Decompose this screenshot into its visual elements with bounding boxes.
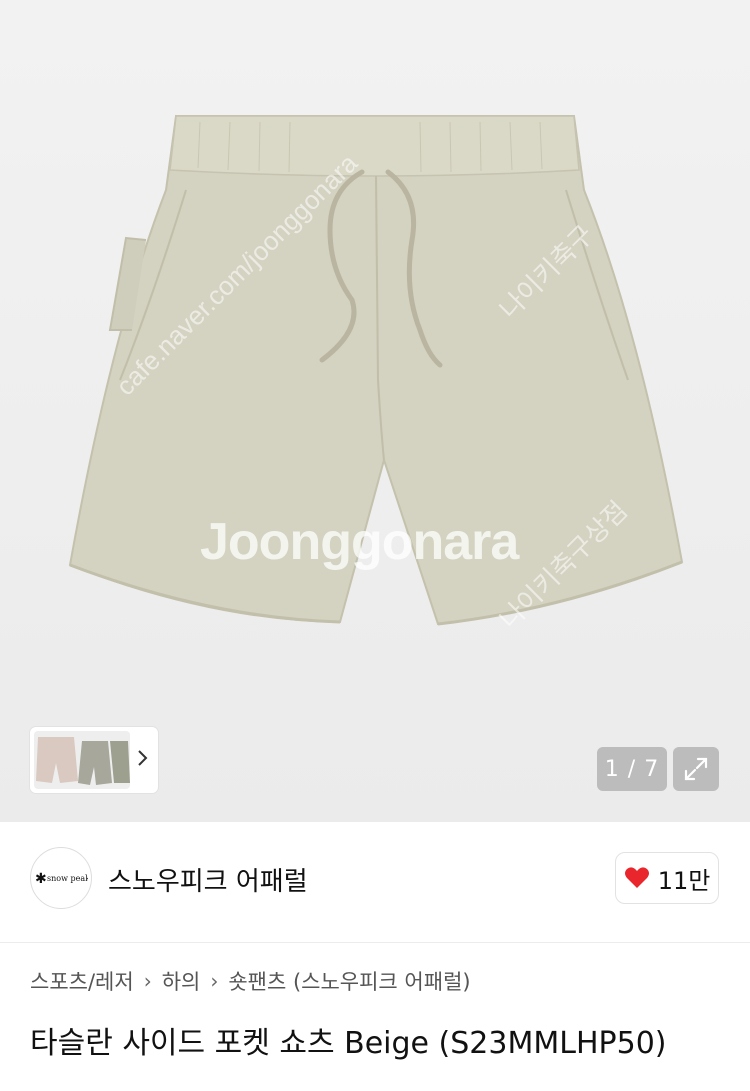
product-image-viewer[interactable]: Joonggonara cafe.naver.com/joonggonara 나… — [0, 0, 750, 822]
expand-icon — [684, 757, 708, 781]
thumbnail-image[interactable] — [34, 731, 130, 789]
store-section: ✱ snow peak 스노우피크 어패럴 11만 — [0, 822, 750, 942]
breadcrumb-item[interactable]: 하의 — [162, 966, 201, 996]
thumbnail-strip[interactable] — [30, 727, 158, 793]
product-photo — [68, 115, 684, 626]
chevron-right-icon: › — [210, 969, 219, 993]
product-title: 타슬란 사이드 포켓 쇼츠 Beige (S23MMLHP50) — [30, 1026, 667, 1061]
heart-icon — [624, 867, 649, 888]
svg-text:snow peak: snow peak — [47, 874, 88, 883]
breadcrumb: 스포츠/레저 › 하의 › 숏팬츠 (스노우피크 어패럴) — [30, 966, 471, 996]
breadcrumb-item[interactable]: 스포츠/레저 — [30, 966, 134, 996]
store-logo[interactable]: ✱ snow peak — [30, 847, 92, 909]
expand-button[interactable] — [673, 747, 719, 791]
like-button[interactable]: 11만 — [615, 852, 719, 904]
chevron-right-icon: › — [143, 969, 152, 993]
divider — [0, 942, 750, 943]
image-counter: 1 / 7 — [597, 747, 667, 791]
like-count: 11만 — [657, 866, 711, 895]
chevron-right-icon[interactable] — [136, 748, 150, 773]
breadcrumb-item[interactable]: 숏팬츠 (스노우피크 어패럴) — [228, 966, 470, 996]
watermark-text: Joonggonara — [200, 513, 519, 571]
store-name[interactable]: 스노우피크 어패럴 — [108, 861, 308, 898]
svg-text:✱: ✱ — [35, 871, 47, 887]
